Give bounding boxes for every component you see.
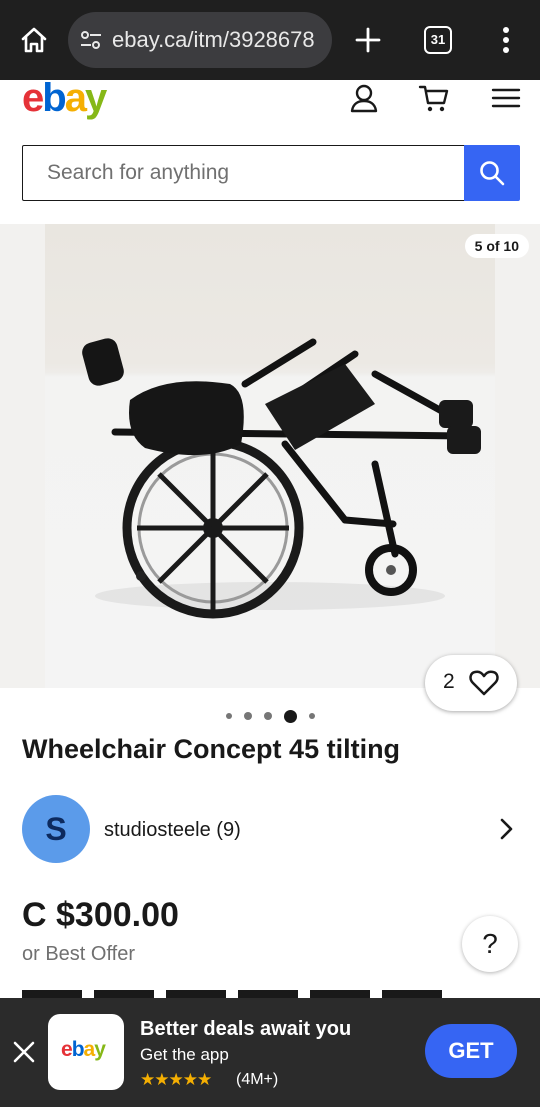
pagination-dot-active[interactable] [283,709,297,723]
pagination-dot[interactable] [243,712,252,720]
site-settings-icon[interactable] [80,30,102,50]
url-text[interactable]: ebay.ca/itm/3928678 [112,27,324,53]
wheelchair-image [82,338,481,619]
watch-count: 2 [443,670,455,693]
heart-icon [469,670,499,696]
pagination-dot[interactable] [225,713,232,719]
seller-row[interactable]: S studiosteele (9) [22,795,522,863]
image-gallery[interactable]: 5 of 10 [0,224,540,688]
logo-letter-b: b [42,76,66,120]
product-photo[interactable] [45,224,495,688]
search-bar [22,144,520,201]
item-title: Wheelchair Concept 45 tilting [22,734,401,764]
help-button[interactable]: ? [462,916,518,972]
clipped-content-line [22,990,442,998]
app-logo-b: b [71,1038,85,1061]
ebay-app-icon: ebay [48,1014,124,1090]
app-logo-y: y [94,1038,106,1061]
more-menu-icon[interactable] [494,24,518,56]
logo-letter-a: a [64,76,87,120]
address-bar[interactable]: ebay.ca/itm/3928678 [68,12,332,68]
banner-headline: Better deals await you [140,1018,352,1040]
close-icon[interactable] [10,1038,38,1066]
tab-switcher-button[interactable]: 31 [424,26,452,54]
get-app-button[interactable]: GET [425,1024,517,1078]
search-button[interactable] [463,144,520,201]
app-logo: ebay [61,1038,106,1062]
seller-name: studiosteele (9) [104,819,241,841]
banner-subtext: Get the app [140,1045,229,1064]
image-counter-badge: 5 of 10 [464,234,529,258]
chevron-right-icon [500,818,513,840]
item-price: C $300.00 [22,896,179,934]
hamburger-menu-icon[interactable] [490,82,522,114]
cart-icon[interactable] [418,82,450,114]
app-install-banner: ebay Better deals await you Get the app … [0,998,540,1107]
seller-avatar: S [22,795,90,863]
best-offer-text: or Best Offer [22,943,136,965]
pagination-dot[interactable] [308,713,315,719]
browser-toolbar: ebay.ca/itm/3928678 31 [0,0,540,80]
app-logo-e: e [61,1038,73,1061]
account-icon[interactable] [348,82,380,114]
watch-button[interactable]: 2 [425,655,517,711]
logo-letter-e: e [22,76,44,120]
app-logo-a: a [83,1038,96,1061]
search-input[interactable] [23,146,463,199]
gallery-pagination[interactable] [0,708,540,724]
home-icon[interactable] [18,24,50,56]
rating-count: (4M+) [236,1071,279,1088]
logo-letter-y: y [84,76,107,120]
search-icon [479,160,504,185]
ebay-logo[interactable]: ebay [22,76,107,120]
star-rating-icon: ★★★★★ [140,1070,212,1089]
new-tab-icon[interactable] [352,24,384,56]
pagination-dot[interactable] [263,712,272,720]
